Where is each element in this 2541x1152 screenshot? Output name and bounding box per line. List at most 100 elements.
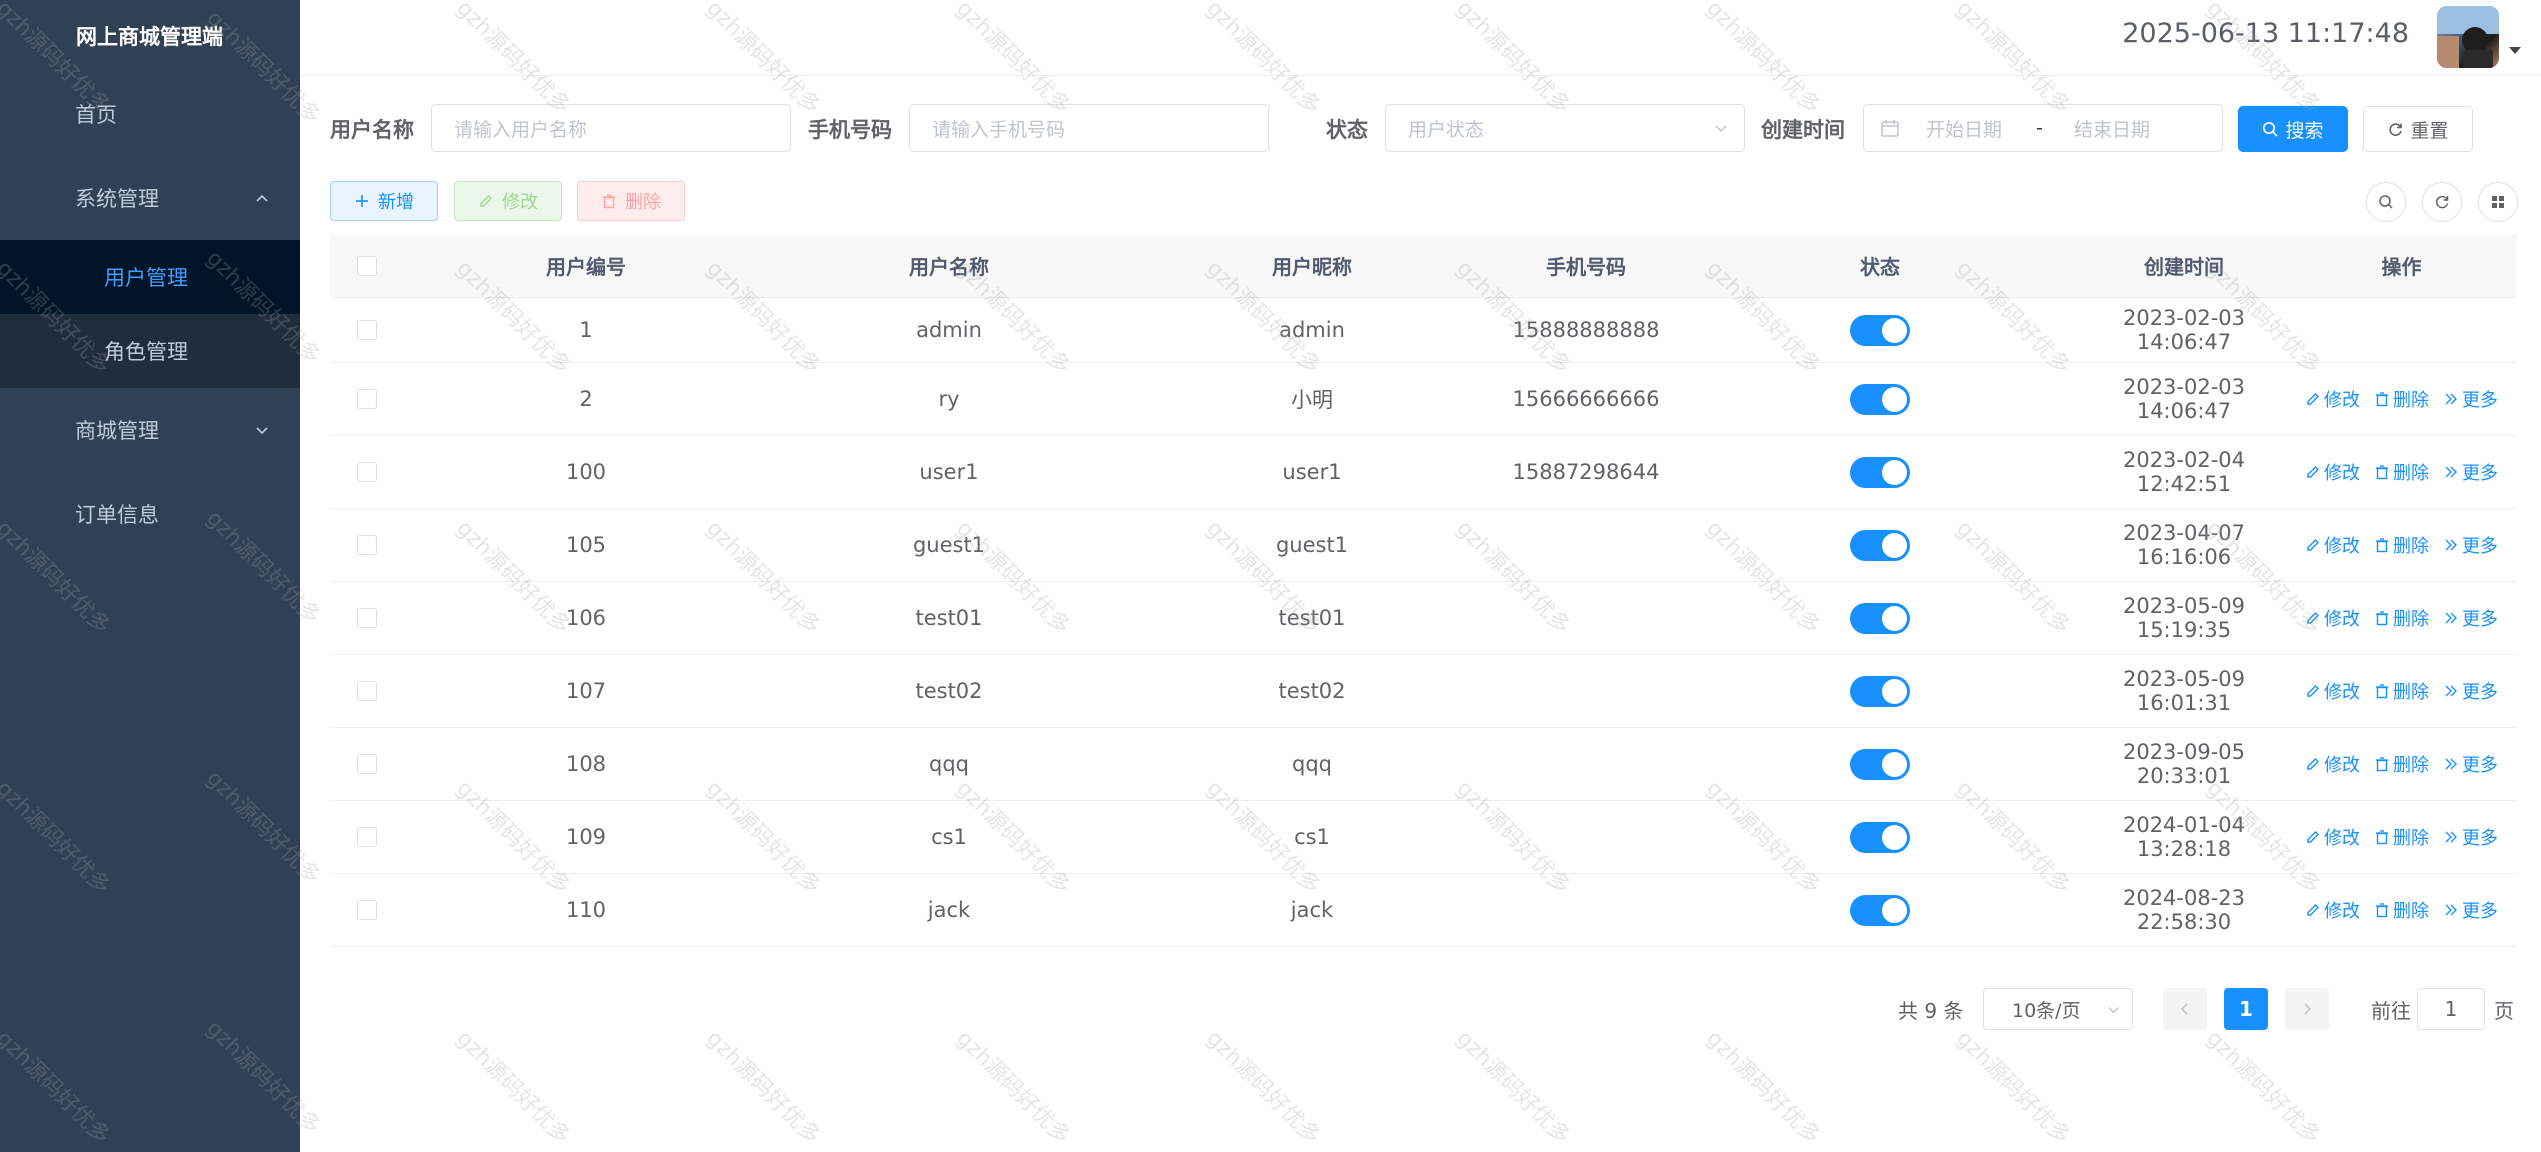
row-checkbox[interactable] bbox=[357, 389, 377, 409]
prev-page-button[interactable] bbox=[2163, 988, 2207, 1030]
sidebar-item-orders[interactable]: 订单信息 bbox=[0, 472, 300, 556]
row-more-button[interactable]: 更多 bbox=[2443, 532, 2498, 558]
row-delete-label: 删除 bbox=[2393, 536, 2429, 557]
row-checkbox[interactable] bbox=[357, 900, 377, 920]
edit-button[interactable]: 修改 bbox=[454, 181, 562, 221]
page-number-current[interactable]: 1 bbox=[2224, 988, 2268, 1030]
row-delete-button[interactable]: 删除 bbox=[2374, 605, 2429, 631]
row-edit-button[interactable]: 修改 bbox=[2305, 532, 2360, 558]
row-edit-button[interactable]: 修改 bbox=[2305, 897, 2360, 923]
avatar[interactable] bbox=[2437, 6, 2499, 68]
chevron-left-icon bbox=[2180, 1003, 2188, 1015]
add-button[interactable]: 新增 bbox=[330, 181, 438, 221]
search-button[interactable]: 搜索 bbox=[2238, 106, 2348, 152]
column-header[interactable]: 用户编号 bbox=[404, 251, 768, 280]
status-switch[interactable] bbox=[1850, 529, 1910, 561]
phone-placeholder: 请输入手机号码 bbox=[932, 118, 1066, 141]
row-more-button[interactable]: 更多 bbox=[2443, 605, 2498, 631]
table-row: 110 jack jack 2024-08-23 22:58:30 修改 删除 更多 bbox=[330, 874, 2517, 947]
date-range-picker[interactable]: 开始日期 - 结束日期 bbox=[1863, 104, 2223, 152]
status-switch[interactable] bbox=[1850, 314, 1910, 346]
start-date-placeholder[interactable]: 开始日期 bbox=[1926, 115, 2002, 142]
column-header[interactable]: 手机号码 bbox=[1494, 251, 1678, 280]
column-header[interactable]: 状态 bbox=[1678, 251, 2082, 280]
goto-prefix: 前往 bbox=[2371, 998, 2411, 1023]
refresh-button[interactable] bbox=[2422, 182, 2462, 222]
date-separator: - bbox=[2036, 117, 2043, 139]
row-edit-label: 修改 bbox=[2324, 463, 2360, 484]
row-checkbox[interactable] bbox=[357, 320, 377, 340]
row-delete-button[interactable]: 删除 bbox=[2374, 897, 2429, 923]
row-checkbox[interactable] bbox=[357, 827, 377, 847]
next-page-button[interactable] bbox=[2285, 988, 2329, 1030]
row-checkbox[interactable] bbox=[357, 681, 377, 701]
table-row: 100 user1 user1 15887298644 2023-02-04 12:42… bbox=[330, 436, 2517, 509]
row-delete-button[interactable]: 删除 bbox=[2374, 824, 2429, 850]
chevron-down-icon bbox=[2108, 1007, 2119, 1014]
cell-user-id: 2 bbox=[579, 387, 593, 411]
cell-nickname: 小明 bbox=[1291, 388, 1333, 412]
row-checkbox[interactable] bbox=[357, 754, 377, 774]
column-header[interactable]: 用户昵称 bbox=[1130, 251, 1494, 280]
toggle-search-button[interactable] bbox=[2366, 182, 2406, 222]
reset-button[interactable]: 重置 bbox=[2363, 106, 2473, 152]
status-switch[interactable] bbox=[1850, 383, 1910, 415]
row-checkbox[interactable] bbox=[357, 535, 377, 555]
delete-button[interactable]: 删除 bbox=[577, 181, 685, 221]
end-date-placeholder[interactable]: 结束日期 bbox=[2074, 115, 2150, 142]
goto-page-input[interactable]: 1 bbox=[2417, 988, 2485, 1030]
trash-icon bbox=[2376, 684, 2388, 699]
row-edit-button[interactable]: 修改 bbox=[2305, 824, 2360, 850]
select-all-checkbox[interactable] bbox=[357, 255, 377, 276]
status-switch[interactable] bbox=[1850, 602, 1910, 634]
phone-input[interactable]: 请输入手机号码 bbox=[909, 104, 1269, 152]
page-size-select[interactable]: 10条/页 bbox=[1983, 988, 2133, 1030]
sidebar-item-shop[interactable]: 商城管理 bbox=[0, 388, 300, 472]
row-delete-button[interactable]: 删除 bbox=[2374, 386, 2429, 412]
sidebar-item-user-management[interactable]: 用户管理 bbox=[0, 240, 300, 314]
row-edit-button[interactable]: 修改 bbox=[2305, 459, 2360, 485]
row-delete-button[interactable]: 删除 bbox=[2374, 459, 2429, 485]
status-switch[interactable] bbox=[1850, 894, 1910, 926]
row-checkbox[interactable] bbox=[357, 608, 377, 628]
sidebar-item-system[interactable]: 系统管理 bbox=[0, 156, 300, 240]
row-delete-button[interactable]: 删除 bbox=[2374, 751, 2429, 777]
trash-icon bbox=[2376, 903, 2388, 918]
row-edit-button[interactable]: 修改 bbox=[2305, 605, 2360, 631]
row-more-button[interactable]: 更多 bbox=[2443, 824, 2498, 850]
cell-actions: 修改 删除 更多 bbox=[2286, 605, 2517, 631]
trash-icon bbox=[603, 194, 615, 209]
trash-icon bbox=[2376, 465, 2388, 480]
status-switch[interactable] bbox=[1850, 456, 1910, 488]
status-switch[interactable] bbox=[1850, 675, 1910, 707]
columns-button[interactable] bbox=[2478, 182, 2518, 222]
trash-icon bbox=[2376, 830, 2388, 845]
watermark-text: gzh源码好优多 bbox=[951, 1026, 1075, 1150]
sidebar-item-role-management[interactable]: 角色管理 bbox=[0, 314, 300, 388]
row-more-button[interactable]: 更多 bbox=[2443, 751, 2498, 777]
row-edit-button[interactable]: 修改 bbox=[2305, 386, 2360, 412]
column-header[interactable]: 创建时间 bbox=[2082, 251, 2286, 280]
row-checkbox[interactable] bbox=[357, 462, 377, 482]
row-delete-label: 删除 bbox=[2393, 755, 2429, 776]
row-delete-button[interactable]: 删除 bbox=[2374, 532, 2429, 558]
status-select[interactable]: 用户状态 bbox=[1385, 104, 1745, 152]
row-more-button[interactable]: 更多 bbox=[2443, 386, 2498, 412]
sidebar-item-label: 系统管理 bbox=[75, 187, 159, 211]
column-header[interactable]: 用户名称 bbox=[768, 251, 1130, 280]
status-switch[interactable] bbox=[1850, 821, 1910, 853]
username-input[interactable]: 请输入用户名称 bbox=[431, 104, 791, 152]
row-more-button[interactable]: 更多 bbox=[2443, 459, 2498, 485]
row-edit-button[interactable]: 修改 bbox=[2305, 751, 2360, 777]
column-header[interactable]: 操作 bbox=[2286, 251, 2517, 280]
row-more-button[interactable]: 更多 bbox=[2443, 678, 2498, 704]
row-edit-button[interactable]: 修改 bbox=[2305, 678, 2360, 704]
caret-down-icon[interactable] bbox=[2509, 47, 2521, 54]
row-delete-button[interactable]: 删除 bbox=[2374, 678, 2429, 704]
cell-created-time: 2023-09-05 20:33:01 bbox=[2122, 740, 2246, 788]
sidebar-item-home[interactable]: 首页 bbox=[0, 72, 300, 156]
cell-username: cs1 bbox=[931, 825, 967, 849]
status-switch[interactable] bbox=[1850, 748, 1910, 780]
row-more-button[interactable]: 更多 bbox=[2443, 897, 2498, 923]
cell-username: user1 bbox=[919, 460, 979, 484]
